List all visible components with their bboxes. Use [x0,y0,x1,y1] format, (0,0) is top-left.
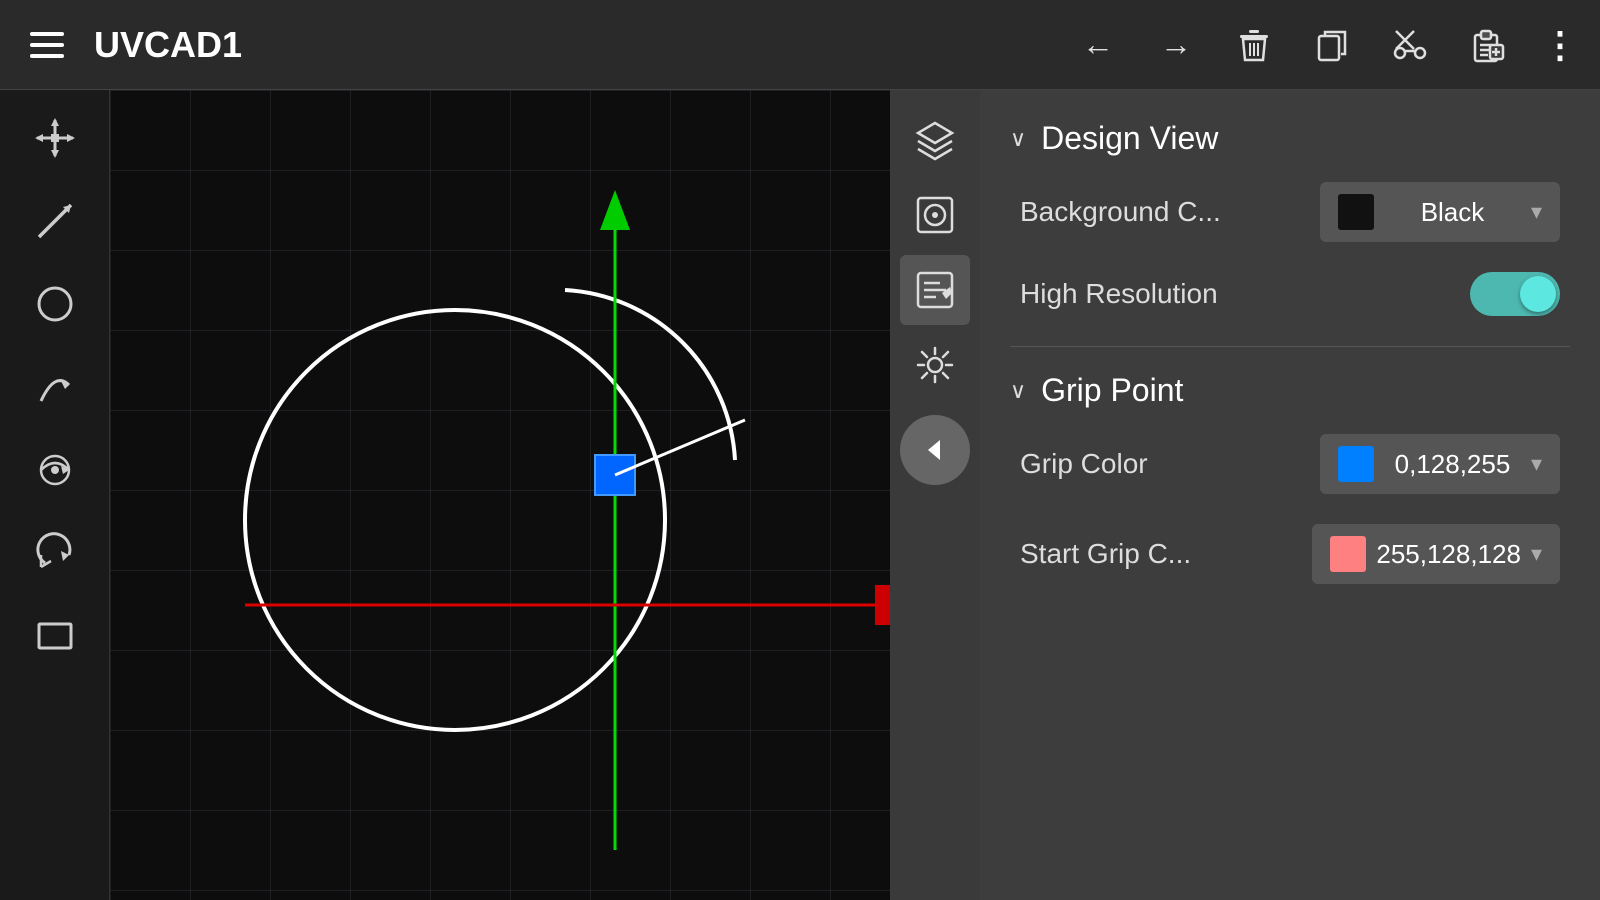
orbit-tool-button[interactable] [15,432,95,507]
background-color-row: Background C... Black ▾ [1010,182,1570,242]
settings-panel-button[interactable] [900,330,970,400]
view-panel-button[interactable] [900,180,970,250]
design-view-section-header[interactable]: ∨ Design View [1010,120,1570,157]
grip-point-section-header[interactable]: ∨ Grip Point [1010,372,1570,409]
right-icon-panel [890,90,980,900]
copy-button[interactable] [1308,21,1356,69]
app-title: UVCAD1 [94,24,242,66]
start-grip-color-arrow: ▾ [1531,541,1542,567]
menu-button[interactable] [20,22,74,68]
start-grip-color-value: 255,128,128 [1376,539,1521,570]
grip-color-value: 0,128,255 [1384,449,1521,480]
background-color-label: Background C... [1020,196,1221,228]
grip-color-control: 0,128,255 ▾ [1320,434,1560,494]
background-color-value: Black [1384,197,1521,228]
rect-tool-button[interactable] [15,598,95,673]
grip-point-chevron: ∨ [1010,378,1026,404]
grip-point-title: Grip Point [1041,372,1183,409]
grip-color-label: Grip Color [1020,448,1148,480]
start-grip-color-control: 255,128,128 ▾ [1312,524,1560,584]
back-button[interactable]: ← [1074,21,1122,69]
more-menu-button[interactable]: ⋮ [1542,24,1580,66]
main-area: ∨ Design View Background C... Black ▾ Hi… [0,90,1600,900]
background-color-dropdown[interactable]: Black ▾ [1320,182,1560,242]
delete-button[interactable] [1230,21,1278,69]
rotate-tool-button[interactable] [15,515,95,590]
design-view-chevron: ∨ [1010,126,1026,152]
grip-color-swatch [1338,446,1374,482]
line-tool-button[interactable] [15,183,95,258]
collapse-panel-button[interactable] [900,415,970,485]
high-resolution-control [1470,272,1560,316]
drawing-canvas [110,90,890,900]
high-resolution-toggle[interactable] [1470,272,1560,316]
background-color-arrow: ▾ [1531,199,1542,225]
start-grip-color-swatch [1330,536,1366,572]
layers-panel-button[interactable] [900,105,970,175]
background-color-control: Black ▾ [1320,182,1560,242]
start-grip-color-row: Start Grip C... 255,128,128 ▾ [1010,524,1570,584]
grip-color-dropdown[interactable]: 0,128,255 ▾ [1320,434,1560,494]
header-left: UVCAD1 [20,22,242,68]
left-toolbar [0,90,110,900]
start-grip-color-label: Start Grip C... [1020,538,1191,570]
section-divider-1 [1010,346,1570,347]
cut-button[interactable] [1386,21,1434,69]
grip-color-arrow: ▾ [1531,451,1542,477]
header-bar: UVCAD1 ← → [0,0,1600,90]
design-view-title: Design View [1041,120,1218,157]
high-resolution-row: High Resolution [1010,272,1570,316]
background-color-swatch [1338,194,1374,230]
start-grip-color-dropdown[interactable]: 255,128,128 ▾ [1312,524,1560,584]
high-resolution-label: High Resolution [1020,278,1218,310]
forward-button[interactable]: → [1152,21,1200,69]
edit-panel-button[interactable] [900,255,970,325]
grip-color-row: Grip Color 0,128,255 ▾ [1010,434,1570,494]
canvas-area[interactable] [110,90,890,900]
toggle-track [1470,272,1560,316]
properties-panel: ∨ Design View Background C... Black ▾ Hi… [980,90,1600,900]
arc-tool-button[interactable] [15,349,95,424]
circle-tool-button[interactable] [15,266,95,341]
toggle-thumb [1520,276,1556,312]
move-tool-button[interactable] [15,100,95,175]
header-right: ← → [1074,21,1580,69]
paste-button[interactable] [1464,21,1512,69]
